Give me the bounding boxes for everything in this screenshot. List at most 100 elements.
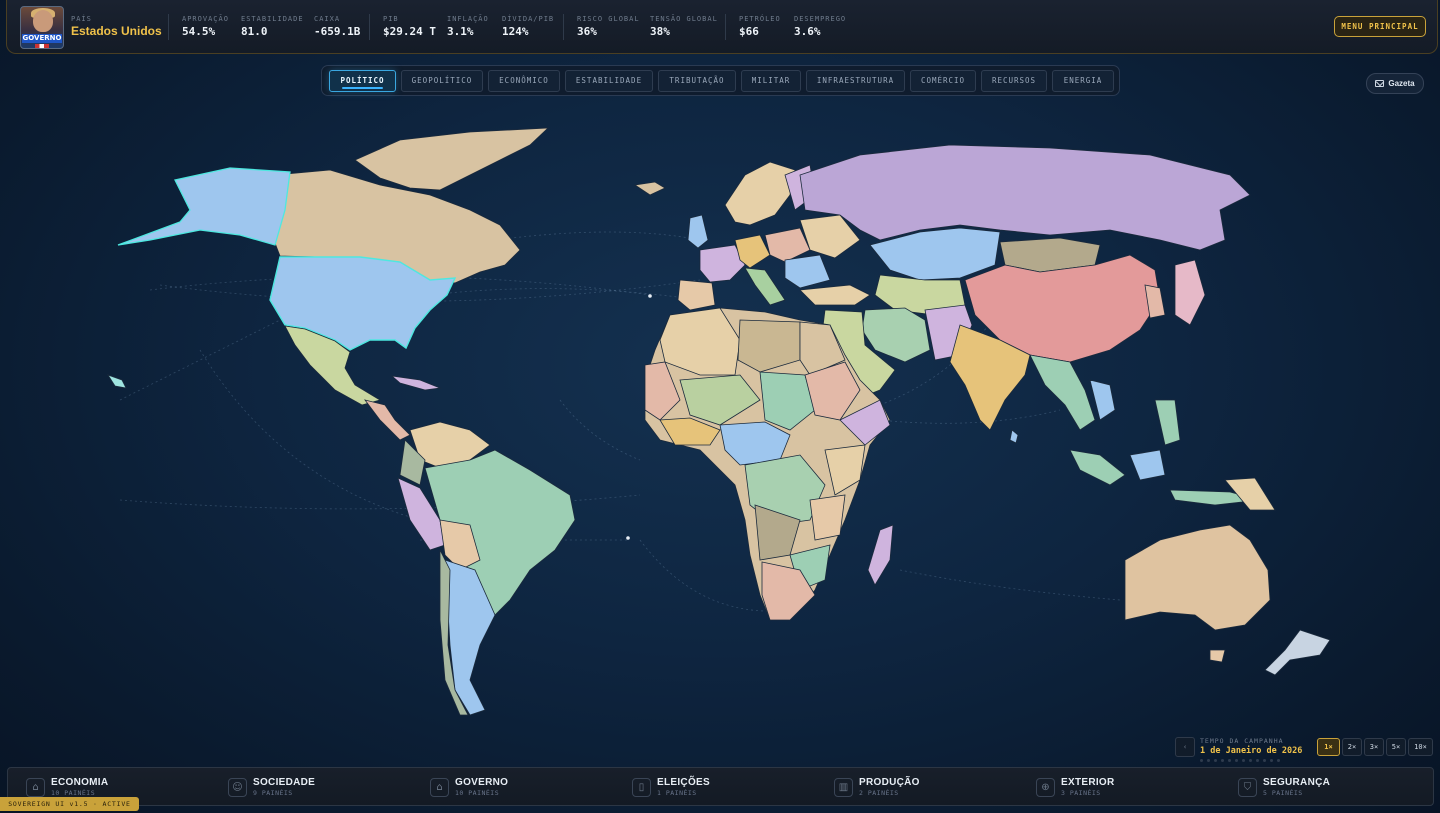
- stat-value: -659.1B: [314, 25, 361, 38]
- avatar-face: [33, 10, 53, 32]
- country-alaska[interactable]: [117, 167, 291, 246]
- stat-value: 54.5%: [182, 25, 216, 38]
- stat-label: APROVAÇÃO: [182, 15, 229, 23]
- route-line: [119, 319, 281, 401]
- nav-label: ECONOMIA: [51, 777, 109, 788]
- main-menu-button[interactable]: MENU PRINCIPAL: [1334, 16, 1426, 37]
- stat-debt: DÍVIDA/PIB 124%: [502, 15, 554, 38]
- tab-geopolitico[interactable]: GEOPOLÍTICO: [401, 70, 483, 92]
- country-greenland[interactable]: [354, 127, 550, 191]
- tab-militar[interactable]: MILITAR: [741, 70, 801, 92]
- stat-value: 124%: [502, 25, 529, 38]
- country-iceland[interactable]: [633, 181, 666, 196]
- tab-infraestrutura[interactable]: INFRAESTRUTURA: [806, 70, 905, 92]
- nav-label: GOVERNO: [455, 777, 509, 788]
- tab-economico[interactable]: ECONÔMICO: [488, 70, 560, 92]
- country-uk[interactable]: [687, 214, 709, 249]
- country-scandinavia[interactable]: [724, 161, 796, 226]
- nav-seguranca[interactable]: ⛉ SEGURANÇA 5 PAINÉIS: [1238, 777, 1330, 797]
- tab-recursos[interactable]: RECURSOS: [981, 70, 1047, 92]
- route-marker: [648, 294, 652, 298]
- country-vietnam[interactable]: [1089, 379, 1116, 421]
- route-marker: [626, 536, 630, 540]
- leader-avatar[interactable]: GOVERNO: [20, 6, 64, 49]
- country-turkey[interactable]: [799, 284, 871, 306]
- country-central-america[interactable]: [364, 399, 411, 441]
- time-prev-button[interactable]: ‹: [1175, 737, 1195, 757]
- speed-1x-button[interactable]: 1×: [1317, 738, 1340, 756]
- map-mode-tabs: POLÍTICO GEOPOLÍTICO ECONÔMICO ESTABILID…: [321, 65, 1120, 96]
- time-progress-dots: [1200, 759, 1302, 762]
- campaign-time-label: TEMPO DA CAMPANHA: [1200, 737, 1284, 745]
- route-line: [559, 399, 641, 461]
- stat-inflation: INFLAÇÃO 3.1%: [447, 15, 489, 38]
- stat-oil: PETRÓLEO $66: [739, 15, 781, 38]
- nav-sub: 1 PAINÉIS: [657, 789, 697, 797]
- tab-comercio[interactable]: COMÉRCIO: [910, 70, 976, 92]
- country-poland[interactable]: [764, 227, 811, 263]
- nav-label: SEGURANÇA: [1263, 777, 1331, 788]
- gazeta-label: Gazeta: [1388, 79, 1415, 88]
- route-line: [199, 349, 421, 521]
- world-map[interactable]: [0, 100, 1440, 740]
- capitol-icon: ⌂: [430, 777, 449, 797]
- people-icon: ☺: [228, 777, 247, 797]
- stat-value: 36%: [577, 25, 597, 38]
- country-russia[interactable]: [799, 144, 1251, 251]
- country-new-zealand[interactable]: [1264, 629, 1331, 676]
- speed-3x-button[interactable]: 3×: [1364, 738, 1384, 756]
- tab-tributacao[interactable]: TRIBUTAÇÃO: [658, 70, 736, 92]
- speed-5x-button[interactable]: 5×: [1386, 738, 1406, 756]
- chevron-left-icon: ‹: [1183, 743, 1187, 751]
- stat-label: RISCO GLOBAL: [577, 15, 640, 23]
- mail-icon: [1375, 80, 1385, 87]
- country-tanzania[interactable]: [809, 494, 846, 541]
- speed-10x-button[interactable]: 10×: [1408, 738, 1433, 756]
- country-sumatra[interactable]: [1069, 449, 1126, 486]
- tab-energia[interactable]: ENERGIA: [1052, 70, 1114, 92]
- country-italy[interactable]: [744, 267, 786, 306]
- route-line: [899, 569, 1121, 601]
- tab-politico[interactable]: POLÍTICO: [329, 70, 396, 92]
- country-tasmania[interactable]: [1209, 649, 1226, 663]
- country-indochina[interactable]: [1029, 354, 1096, 431]
- nav-governo[interactable]: ⌂ GOVERNO 10 PAINÉIS: [430, 777, 508, 797]
- gazeta-button[interactable]: Gazeta: [1366, 73, 1424, 94]
- stat-unemployment: DESEMPREGO 3.6%: [794, 15, 846, 38]
- countries: [107, 127, 1331, 716]
- stat-label: PIB: [383, 15, 399, 23]
- stat-global-tension: TENSÃO GLOBAL 38%: [650, 15, 718, 38]
- country-hawaii[interactable]: [107, 374, 127, 389]
- campaign-time: TEMPO DA CAMPANHA 1 de Janeiro de 2026: [1200, 737, 1302, 762]
- factory-icon: ▥: [834, 777, 853, 797]
- nav-sociedade[interactable]: ☺ SOCIEDADE 9 PAINÉIS: [228, 777, 315, 797]
- country-australia[interactable]: [1124, 524, 1271, 631]
- stat-label: DESEMPREGO: [794, 15, 847, 23]
- tab-estabilidade[interactable]: ESTABILIDADE: [565, 70, 653, 92]
- country-philippines[interactable]: [1154, 399, 1181, 446]
- country-madagascar[interactable]: [867, 524, 894, 586]
- country-sri-lanka[interactable]: [1009, 429, 1019, 444]
- stat-label: CAIXA: [314, 15, 341, 23]
- country-cuba[interactable]: [390, 375, 442, 391]
- divider: [168, 14, 169, 40]
- nav-eleicoes[interactable]: ▯ ELEIÇÕES 1 PAINÉIS: [632, 777, 710, 797]
- nav-sub: 2 PAINÉIS: [859, 789, 899, 797]
- nav-economia[interactable]: ⌂ ECONOMIA 10 PAINÉIS: [26, 777, 108, 797]
- country-japan[interactable]: [1174, 259, 1206, 326]
- stat-value: $66: [739, 25, 759, 38]
- divider: [369, 14, 370, 40]
- nav-exterior[interactable]: ⊕ EXTERIOR 3 PAINÉIS: [1036, 777, 1115, 797]
- nav-label: PRODUÇÃO: [859, 777, 920, 788]
- route-line: [879, 409, 1061, 424]
- shield-icon: ⛉: [1238, 777, 1257, 797]
- nav-producao[interactable]: ▥ PRODUÇÃO 2 PAINÉIS: [834, 777, 920, 797]
- stat-value: 81.0: [241, 25, 268, 38]
- country-spain[interactable]: [677, 279, 716, 311]
- stat-value: 38%: [650, 25, 670, 38]
- speed-2x-button[interactable]: 2×: [1342, 738, 1362, 756]
- nav-sub: 9 PAINÉIS: [253, 789, 293, 797]
- country-borneo[interactable]: [1129, 449, 1166, 481]
- country-balkans[interactable]: [784, 254, 831, 289]
- globe-icon: ⊕: [1036, 777, 1055, 797]
